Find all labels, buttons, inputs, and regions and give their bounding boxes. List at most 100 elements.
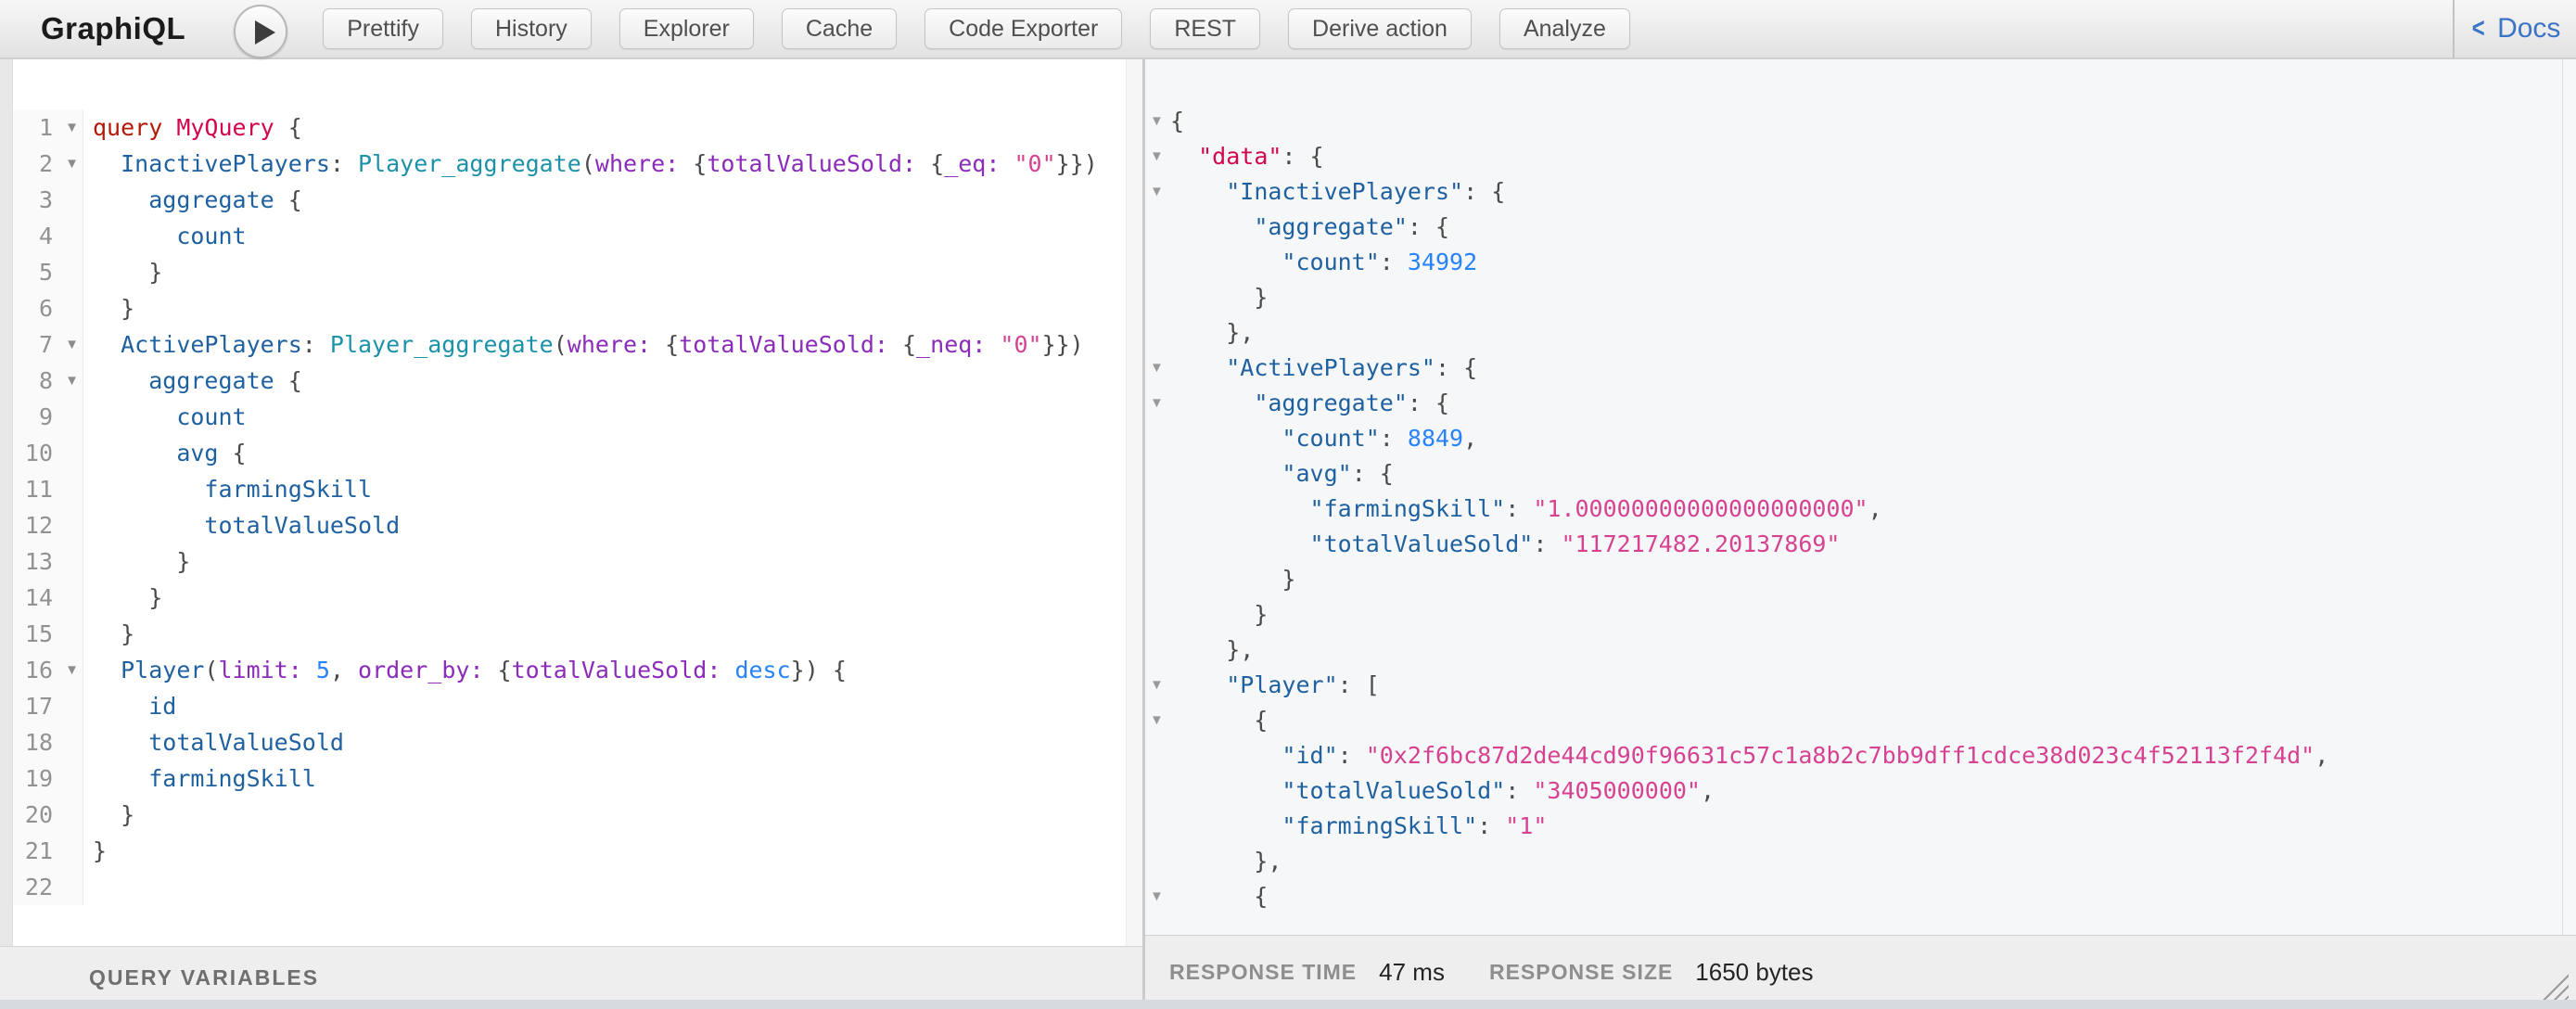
code-token: "1" — [1505, 812, 1547, 839]
query-line-code[interactable]: InactivePlayers: Player_aggregate(where:… — [83, 146, 1098, 182]
fold-arrow-icon[interactable]: ▼ — [1150, 879, 1164, 914]
resize-grip-icon[interactable] — [2535, 968, 2569, 1002]
query-line-code[interactable]: id — [83, 688, 176, 724]
query-line-code[interactable]: } — [83, 580, 162, 616]
line-number: 17 — [25, 688, 53, 724]
line-number: 2 — [39, 146, 53, 182]
result-line-code: } — [1170, 597, 1268, 632]
code-token: "aggregate" — [1254, 390, 1408, 416]
fold-arrow-icon[interactable]: ▼ — [1150, 703, 1164, 738]
code-token — [93, 186, 148, 213]
code-token: , — [330, 657, 358, 683]
toolbar-button-history[interactable]: History — [471, 8, 592, 49]
toolbar-button-rest[interactable]: REST — [1150, 8, 1260, 49]
line-number: 13 — [25, 543, 53, 580]
fold-arrow-icon[interactable]: ▼ — [65, 326, 79, 363]
query-line-code[interactable]: Player(limit: 5, order_by: {totalValueSo… — [83, 652, 847, 688]
query-line-code[interactable]: totalValueSold — [83, 724, 344, 760]
code-token — [1170, 354, 1226, 381]
fold-arrow-icon[interactable]: ▼ — [65, 363, 79, 399]
code-token: "Player" — [1226, 671, 1337, 698]
fold-arrow-icon[interactable]: ▼ — [1150, 351, 1164, 386]
query-line: 7▼ ActivePlayers: Player_aggregate(where… — [0, 326, 1126, 363]
toolbar-buttons: Prettify History Explorer Cache Code Exporte… — [323, 8, 1630, 49]
code-token: aggregate — [148, 186, 274, 213]
line-number: 9 — [39, 399, 53, 435]
query-line-code[interactable] — [83, 869, 93, 905]
query-line-code[interactable]: farmingSkill — [83, 471, 372, 507]
code-token: { — [916, 150, 944, 177]
result-line: ▼ "Player": [ — [1145, 668, 2576, 703]
fold-arrow-icon[interactable]: ▼ — [65, 109, 79, 146]
fold-arrow-icon[interactable]: ▼ — [65, 146, 79, 182]
code-token — [1170, 530, 1310, 557]
query-line: 3 aggregate { — [0, 182, 1126, 218]
query-line-code[interactable]: count — [83, 218, 247, 254]
query-line-code[interactable]: totalValueSold — [83, 507, 400, 543]
toolbar-button-code-exporter[interactable]: Code Exporter — [925, 8, 1122, 49]
toolbar-button-cache[interactable]: Cache — [782, 8, 897, 49]
query-line-code[interactable]: } — [83, 543, 190, 580]
code-token: desc — [734, 657, 790, 683]
query-line: 16▼ Player(limit: 5, order_by: {totalVal… — [0, 652, 1126, 688]
code-token: : — [330, 150, 358, 177]
toolbar-button-explorer[interactable]: Explorer — [619, 8, 754, 49]
fold-arrow-icon[interactable]: ▼ — [1150, 386, 1164, 421]
code-token: totalValueSold: — [512, 657, 721, 683]
result-line: ▼ "ActivePlayers": { — [1145, 351, 2576, 386]
code-token — [1170, 742, 1282, 769]
toolbar-button-prettify[interactable]: Prettify — [323, 8, 443, 49]
result-line-code: { — [1170, 879, 1268, 914]
query-editor[interactable]: 1▼query MyQuery {2▼ InactivePlayers: Pla… — [0, 59, 1126, 946]
result-pane: ▼{▼ "data": {▼ "InactivePlayers": { "agg… — [1145, 59, 2576, 1009]
result-line-gutter: ▼ — [1145, 104, 1170, 139]
fold-arrow-icon[interactable]: ▼ — [1150, 668, 1164, 703]
query-line: 12 totalValueSold — [0, 507, 1126, 543]
fold-arrow-icon[interactable]: ▼ — [65, 652, 79, 688]
fold-arrow-icon[interactable]: ▼ — [1150, 139, 1164, 174]
docs-button[interactable]: < Docs — [2453, 0, 2576, 58]
query-line-code[interactable]: aggregate { — [83, 363, 302, 399]
line-number: 5 — [39, 254, 53, 290]
query-line-code[interactable]: aggregate { — [83, 182, 302, 218]
code-token: : — [1380, 425, 1408, 452]
query-line-code[interactable]: } — [83, 616, 134, 652]
result-line: ▼ "aggregate": { — [1145, 386, 2576, 421]
result-line-gutter — [1145, 562, 1170, 597]
editor-scrollbar-track[interactable] — [1126, 59, 1142, 946]
query-line-code[interactable]: query MyQuery { — [83, 109, 302, 146]
query-line-code[interactable]: farmingSkill — [83, 760, 316, 797]
result-viewer: ▼{▼ "data": {▼ "InactivePlayers": { "agg… — [1145, 59, 2576, 935]
code-token: : { — [1352, 460, 1394, 487]
query-line-code[interactable]: } — [83, 833, 107, 869]
result-line-code: { — [1170, 703, 1268, 738]
line-number: 12 — [25, 507, 53, 543]
code-token: farmingSkill — [148, 765, 316, 792]
code-token: : { — [1408, 213, 1449, 240]
code-token: avg — [176, 440, 218, 466]
docs-label: Docs — [2497, 13, 2560, 45]
query-line-code[interactable]: count — [83, 399, 247, 435]
result-line-code: }, — [1170, 632, 1254, 668]
app-title: GraphiQL — [41, 11, 185, 46]
toolbar-button-analyze[interactable]: Analyze — [1499, 8, 1630, 49]
query-line-code[interactable]: } — [83, 797, 134, 833]
toolbar-button-derive-action[interactable]: Derive action — [1288, 8, 1472, 49]
code-token: , — [2315, 742, 2328, 769]
result-line-gutter — [1145, 245, 1170, 280]
query-line-code[interactable]: } — [83, 290, 134, 326]
query-line-code[interactable]: avg { — [83, 435, 247, 471]
execute-query-button[interactable] — [234, 5, 287, 58]
code-token: } — [1170, 284, 1268, 311]
fold-arrow-icon[interactable]: ▼ — [1150, 174, 1164, 210]
code-token: "3405000000" — [1533, 777, 1701, 804]
code-token: }, — [1170, 319, 1254, 346]
query-line-code[interactable]: ActivePlayers: Player_aggregate(where: {… — [83, 326, 1084, 363]
code-token: "InactivePlayers" — [1226, 178, 1463, 205]
code-token: "count" — [1282, 425, 1379, 452]
code-token: "data" — [1198, 143, 1282, 170]
query-line-code[interactable]: } — [83, 254, 162, 290]
result-line-gutter: ▼ — [1145, 351, 1170, 386]
code-token — [1170, 495, 1310, 522]
fold-arrow-icon[interactable]: ▼ — [1150, 104, 1164, 139]
